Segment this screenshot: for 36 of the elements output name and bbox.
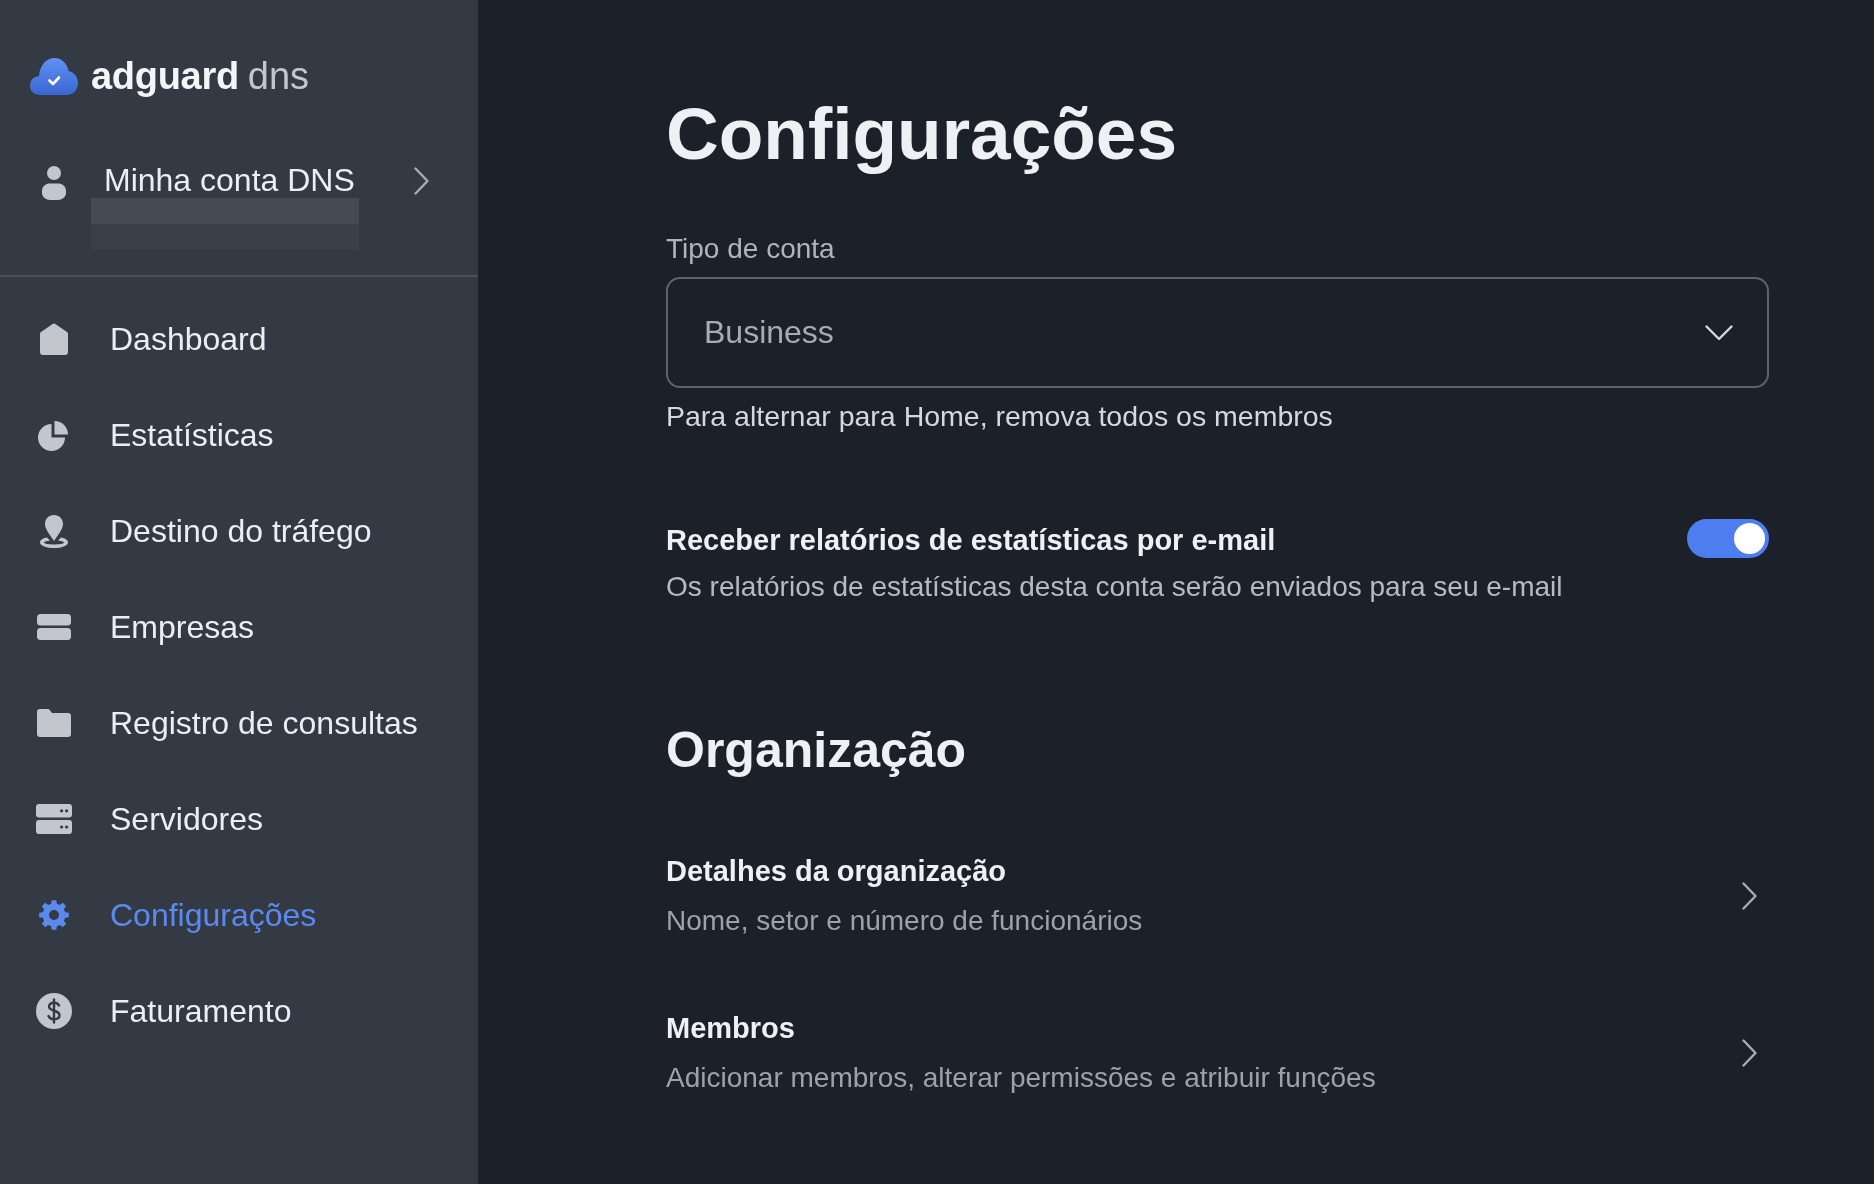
row-title: Membros [666, 1011, 795, 1046]
setting-title: Receber relatórios de estatísticas por e-mail [666, 523, 1276, 558]
chevron-right-icon[interactable] [1742, 1038, 1757, 1067]
dollar-icon [36, 993, 72, 1029]
nav-item[interactable]: Servidores [36, 799, 263, 839]
folder-icon [37, 709, 71, 737]
field-label: Tipo de conta [666, 233, 835, 265]
nav-item[interactable]: Destino do tráfego [36, 511, 372, 551]
nav-item[interactable]: Registro de consultas [36, 703, 418, 743]
location-pin-icon [39, 514, 69, 548]
account-type-select[interactable]: Business [666, 277, 1769, 388]
toggle-switch[interactable] [1687, 519, 1769, 558]
pie-chart-icon [38, 419, 70, 451]
setting-description: Os relatórios de estatísticas desta conta serão enviados para seu e-mail [666, 570, 1563, 604]
field-hint: Para alternar para Home, remova todos os membros [666, 400, 1333, 432]
chevron-right-icon[interactable] [414, 167, 429, 195]
nav-item[interactable]: Estatísticas [36, 415, 274, 455]
logo-brand-text: adguard [91, 57, 239, 95]
settings-icon [38, 899, 70, 931]
caret-down-icon [1705, 324, 1733, 341]
nav-item[interactable]: Dashboard [36, 319, 267, 359]
chevron-right-icon[interactable] [1742, 881, 1757, 910]
page-title: Configurações [666, 94, 1178, 174]
row-description: Adicionar membros, alterar permissões e atribuir funções [666, 1061, 1376, 1095]
home-icon [39, 323, 69, 355]
logo-product-text: dns [247, 57, 310, 95]
row-title: Detalhes da organização [666, 854, 1007, 889]
cloud-check-logo-icon [30, 57, 78, 95]
section-title: Organização [666, 721, 967, 779]
account-name[interactable]: Minha conta DNS [104, 162, 355, 198]
nav-item[interactable]: Empresas [36, 607, 255, 647]
row-description: Nome, setor e número de funcionários [666, 904, 1143, 938]
nav-item[interactable]: Faturamento [36, 991, 292, 1031]
server-icon [36, 804, 72, 834]
stacked-bars-icon [37, 614, 71, 640]
person-icon [42, 166, 66, 200]
